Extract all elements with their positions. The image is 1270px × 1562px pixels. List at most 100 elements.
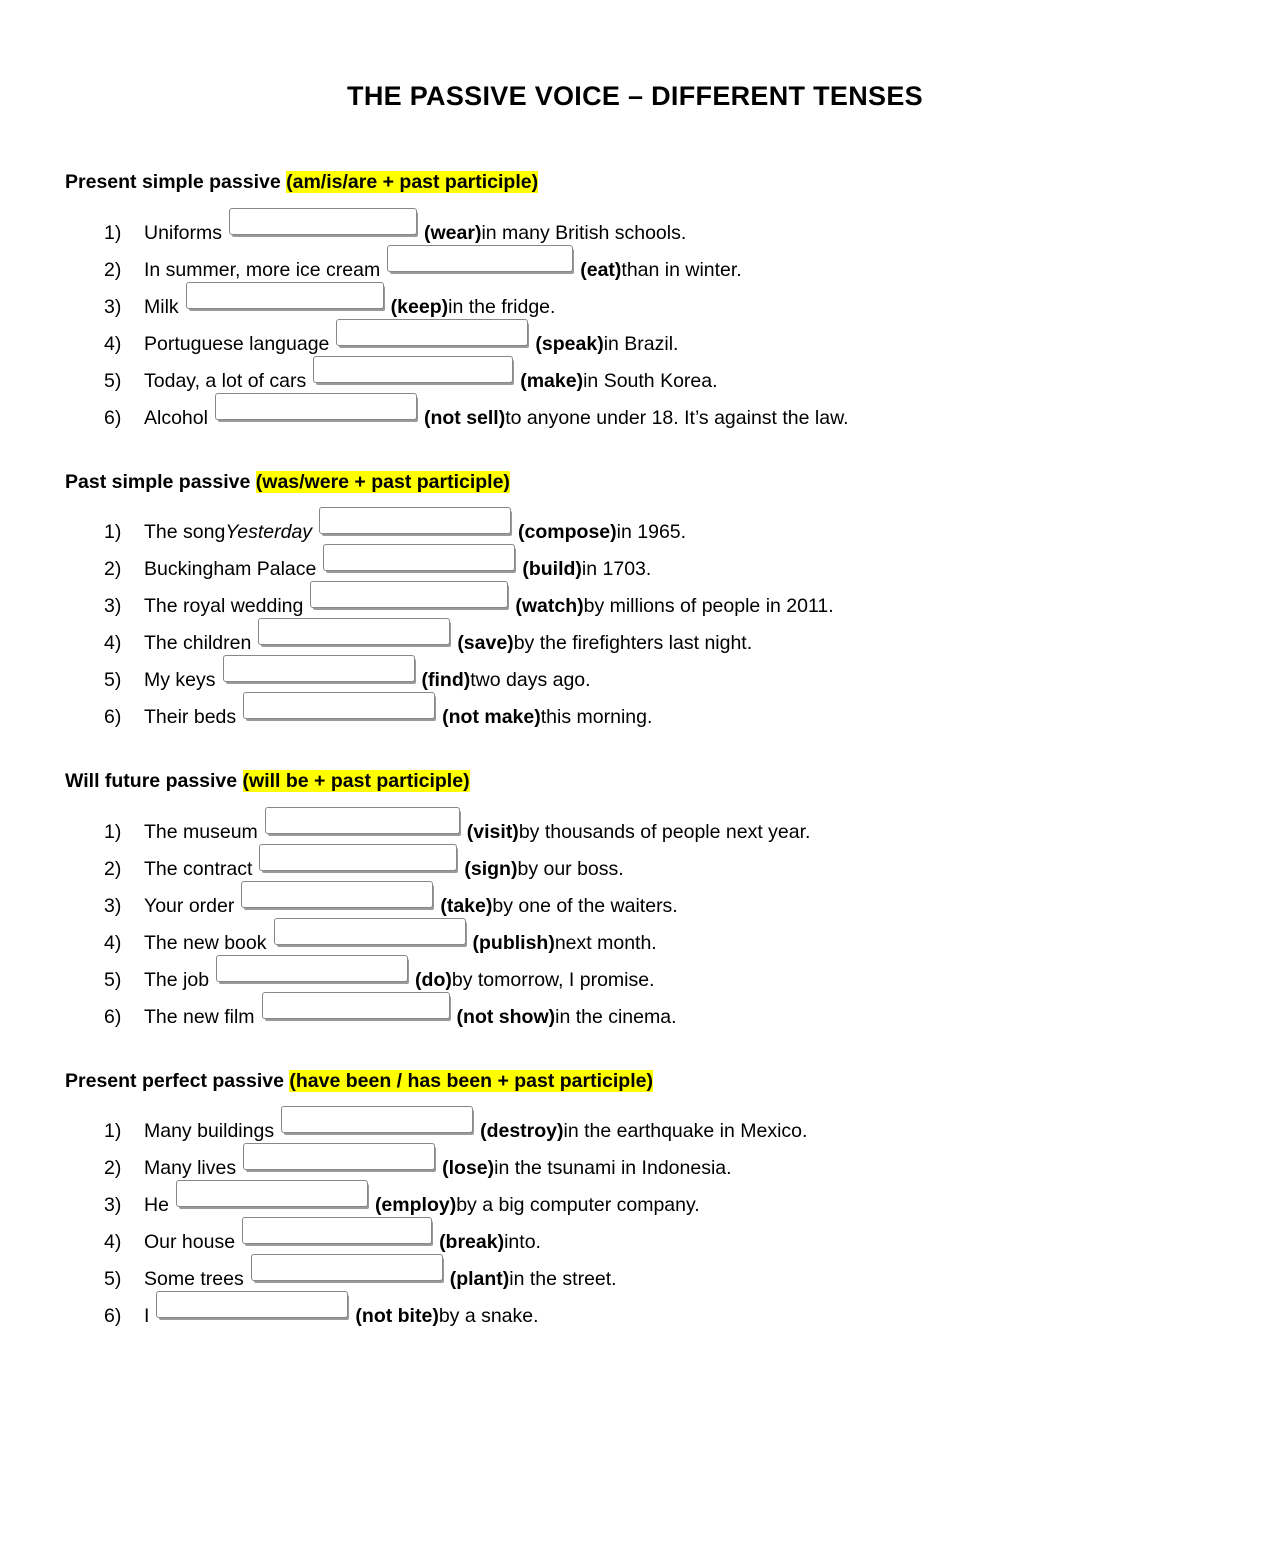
sentence-prefix: Some trees: [144, 1267, 244, 1290]
answer-blank-input[interactable]: [243, 692, 436, 720]
answer-blank-input[interactable]: [175, 1179, 368, 1207]
verb-cue: (not bite): [355, 1304, 439, 1327]
tense-section: Will future passive (will be + past part…: [0, 769, 1270, 1032]
answer-blank-input[interactable]: [323, 544, 516, 572]
exercise-item: 5) Today, a lot of cars (make) in South Ko…: [0, 355, 1270, 397]
answer-blank-input[interactable]: [229, 207, 418, 235]
sentence-suffix: next month.: [554, 931, 657, 954]
sentence-suffix: by tomorrow, I promise.: [451, 968, 655, 991]
sentence-suffix: by our boss.: [517, 857, 624, 880]
item-sentence: Milk (keep) in the fridge.: [144, 281, 556, 318]
sentence-suffix: by a big computer company.: [456, 1193, 700, 1216]
sentence-suffix: in 1703.: [581, 558, 652, 581]
section-heading-label: Past simple passive: [65, 470, 256, 493]
answer-blank-input[interactable]: [259, 843, 458, 871]
exercise-item: 3) He (employ) by a big computer company.: [0, 1179, 1270, 1221]
sentence-prefix: He: [144, 1193, 169, 1216]
item-sentence: Your order (take) by one of the waiters.: [144, 880, 678, 917]
answer-blank-input[interactable]: [241, 880, 434, 908]
item-number: 3): [104, 595, 122, 618]
item-number: 2): [104, 258, 122, 281]
section-heading: Past simple passive (was/were + past par…: [0, 470, 1270, 495]
item-number: 1): [104, 221, 122, 244]
verb-cue: (break): [439, 1230, 505, 1253]
item-sentence: Portuguese language (speak) in Brazil.: [144, 318, 678, 355]
verb-cue: (compose): [518, 521, 617, 544]
sentence-suffix: to anyone under 18. It’s against the law…: [505, 406, 849, 429]
verb-cue: (take): [440, 894, 493, 917]
exercise-list: 1) The song Yesterday (compose) in 1965. 2)…: [0, 507, 1270, 733]
answer-blank-input[interactable]: [387, 244, 574, 272]
answer-blank-input[interactable]: [273, 917, 466, 945]
answer-blank-input[interactable]: [313, 355, 514, 383]
answer-blank-input[interactable]: [242, 1216, 433, 1244]
item-sentence: The job (do) by tomorrow, I promise.: [144, 954, 655, 991]
exercise-item: 6) Their beds (not make) this morning.: [0, 692, 1270, 733]
answer-blank-input[interactable]: [185, 281, 384, 309]
answer-blank-input[interactable]: [250, 1253, 443, 1281]
answer-blank-input[interactable]: [264, 806, 460, 834]
sentence-suffix: by one of the waiters.: [492, 894, 678, 917]
exercise-item: 4) Portuguese language (speak) in Brazil.: [0, 318, 1270, 360]
exercise-item: 6) Alcohol (not sell) to anyone under 18. …: [0, 392, 1270, 434]
item-number: 6): [104, 1005, 122, 1028]
answer-blank-input[interactable]: [319, 507, 512, 535]
answer-blank-input[interactable]: [214, 392, 417, 420]
item-sentence: The children (save) by the firefighters l…: [144, 618, 753, 655]
item-sentence: Some trees (plant) in the street.: [144, 1253, 617, 1290]
item-number: 6): [104, 706, 122, 729]
item-number: 4): [104, 632, 122, 655]
answer-blank-input[interactable]: [222, 655, 415, 683]
sentence-suffix: by the firefighters last night.: [513, 632, 753, 655]
sentence-prefix: The new film: [144, 1005, 255, 1028]
exercise-list: 1) The museum (visit) by thousands of peop…: [0, 806, 1270, 1033]
item-sentence: Alcohol (not sell) to anyone under 18. It…: [144, 392, 849, 429]
verb-cue: (eat): [580, 258, 622, 281]
answer-blank-input[interactable]: [261, 991, 450, 1019]
answer-blank-input[interactable]: [310, 581, 509, 609]
verb-cue: (sign): [464, 857, 518, 880]
answer-blank-input[interactable]: [243, 1142, 436, 1170]
sentence-suffix: in the fridge.: [448, 295, 556, 318]
answer-blank-input[interactable]: [156, 1290, 349, 1318]
verb-cue: (not show): [456, 1005, 556, 1028]
answer-blank-input[interactable]: [336, 318, 529, 346]
section-heading-formula-highlight: (have been / has been + past participle): [289, 1069, 653, 1092]
item-sentence: Our house (break) into.: [144, 1216, 541, 1253]
sentence-prefix: The children: [144, 632, 252, 655]
item-sentence: He (employ) by a big computer company.: [144, 1179, 700, 1216]
sentence-prefix: Portuguese language: [144, 332, 330, 355]
answer-blank-input[interactable]: [216, 954, 409, 982]
verb-cue: (do): [415, 968, 452, 991]
item-number: 1): [104, 820, 122, 843]
exercise-item: 2) Many lives (lose) in the tsunami in Ind…: [0, 1142, 1270, 1184]
answer-blank-input[interactable]: [258, 618, 451, 646]
sections-container: Present simple passive (am/is/are + past…: [0, 170, 1270, 1331]
verb-cue: (keep): [390, 295, 449, 318]
sentence-prefix: Today, a lot of cars: [144, 369, 307, 392]
sentence-prefix: The contract: [144, 857, 253, 880]
sentence-suffix: in South Korea.: [583, 369, 718, 392]
answer-blank-input[interactable]: [281, 1105, 474, 1133]
exercise-item: 3) Milk (keep) in the fridge.: [0, 281, 1270, 323]
section-heading-formula-highlight: (am/is/are + past participle): [286, 171, 539, 194]
exercise-item: 1) Many buildings (destroy) in the earthqu…: [0, 1105, 1270, 1147]
item-sentence: The song Yesterday (compose) in 1965.: [144, 507, 687, 544]
exercise-item: 2) The contract (sign) by our boss.: [0, 843, 1270, 885]
item-sentence: The museum (visit) by thousands of people…: [144, 806, 811, 843]
sentence-prefix: My keys: [144, 669, 216, 692]
sentence-prefix: Milk: [144, 295, 179, 318]
item-sentence: The new book (publish) next month.: [144, 917, 657, 954]
item-sentence: Uniforms (wear) in many British schools.: [144, 207, 686, 244]
exercise-item: 3) Your order (take) by one of the waiters…: [0, 880, 1270, 922]
sentence-suffix: in the street.: [509, 1267, 617, 1290]
item-number: 2): [104, 1156, 122, 1179]
sentence-suffix: by thousands of people next year.: [518, 820, 811, 843]
verb-cue: (wear): [424, 221, 482, 244]
sentence-prefix: The museum: [144, 820, 258, 843]
exercise-item: 1) Uniforms (wear) in many British schools…: [0, 207, 1270, 249]
tense-section: Present perfect passive (have been / has…: [0, 1069, 1270, 1332]
sentence-suffix: in 1965.: [616, 521, 687, 544]
item-number: 4): [104, 332, 122, 355]
sentence-suffix: by a snake.: [438, 1304, 539, 1327]
